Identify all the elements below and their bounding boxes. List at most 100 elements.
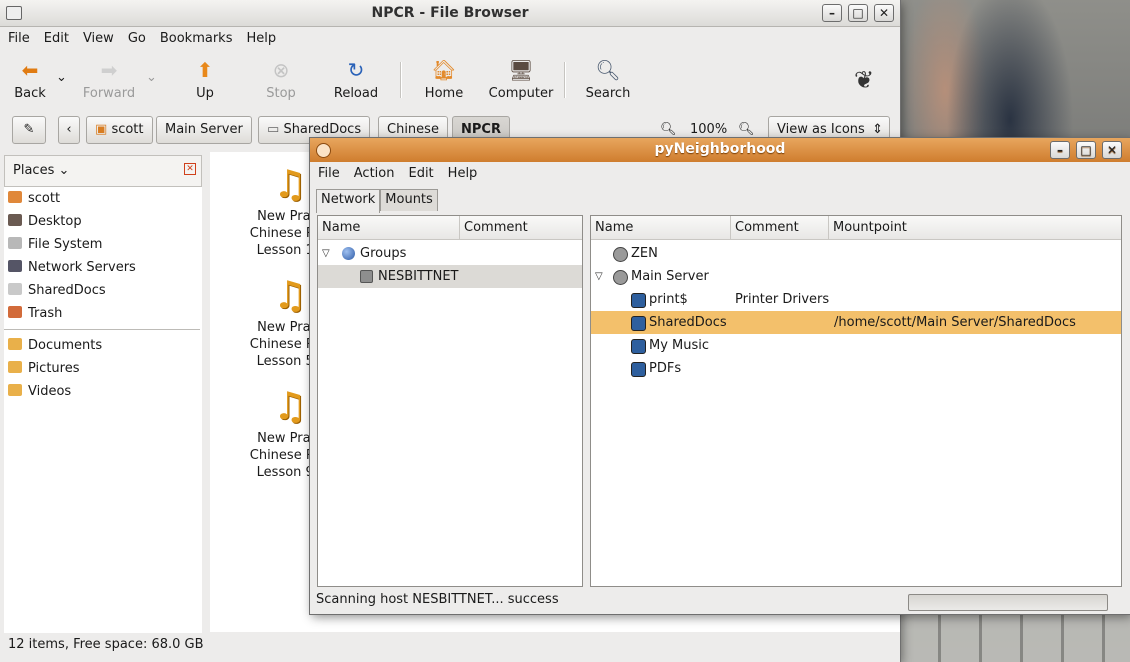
share-icon: [631, 362, 646, 377]
search-button[interactable]: 🔍︎ Search: [584, 58, 632, 101]
expander-expanded-icon[interactable]: ▽: [595, 265, 603, 288]
menu-edit[interactable]: Edit: [38, 27, 75, 51]
menu-file[interactable]: File: [2, 27, 36, 51]
places-list: scott Desktop File System Network Server…: [4, 187, 202, 633]
close-sidebar-icon[interactable]: ✕: [184, 163, 196, 175]
reload-icon: ↻: [347, 58, 365, 82]
breadcrumb-scroll-left-button[interactable]: ‹: [58, 116, 80, 144]
zoom-out-icon[interactable]: 🔍︎: [660, 122, 677, 137]
share-icon: [631, 339, 646, 354]
menu-file[interactable]: File: [312, 162, 346, 186]
up-arrow-icon: ⬆: [196, 58, 214, 82]
pyneighborhood-titlebar[interactable]: pyNeighborhood – □ ✕: [310, 138, 1130, 162]
column-header-comment[interactable]: Comment: [460, 216, 582, 240]
reload-button[interactable]: ↻ Reload: [332, 58, 380, 101]
menu-view[interactable]: View: [77, 27, 120, 51]
place-pictures[interactable]: Pictures: [4, 357, 202, 380]
breadcrumb-main-server[interactable]: Main Server: [156, 116, 252, 144]
chevron-down-icon: ⌄: [56, 70, 67, 85]
desktop-icon: [8, 214, 22, 226]
pyneighborhood-status: Scanning host NESBITTNET... success: [316, 592, 559, 607]
place-trash[interactable]: Trash: [4, 302, 202, 325]
toolbar-separator: [400, 62, 402, 98]
tree-row-shareddocs[interactable]: SharedDocs /home/scott/Main Server/Share…: [591, 311, 1121, 334]
tab-network[interactable]: Network: [316, 189, 381, 213]
place-file-system[interactable]: File System: [4, 233, 202, 256]
tree-row-print[interactable]: print$ Printer Drivers: [591, 288, 1121, 311]
globe-icon: [342, 247, 355, 260]
file-browser-toolbar: ⬅ Back ⌄ ➡ Forward ⌄ ⬆ Up ⊗ Stop ↻ Reloa…: [0, 52, 900, 108]
menu-bookmarks[interactable]: Bookmarks: [154, 27, 239, 51]
place-videos[interactable]: Videos: [4, 380, 202, 403]
minimize-button[interactable]: –: [1050, 141, 1070, 159]
zoom-level[interactable]: 100%: [690, 122, 727, 137]
tree-row-nesbittnet[interactable]: NESBITTNET: [318, 265, 582, 288]
scan-progress-bar: [908, 594, 1108, 611]
breadcrumb-scott[interactable]: ▣ scott: [86, 116, 153, 144]
place-desktop[interactable]: Desktop: [4, 210, 202, 233]
tab-mounts[interactable]: Mounts: [380, 189, 438, 211]
chevron-down-icon: ⌄: [54, 163, 70, 178]
window-menu-icon[interactable]: [6, 6, 22, 20]
folder-icon: [8, 384, 22, 396]
up-button[interactable]: ⬆ Up: [190, 58, 220, 101]
close-button[interactable]: ✕: [1102, 141, 1122, 159]
network-icon: [8, 260, 22, 272]
folder-icon: [8, 361, 22, 373]
tree-row-groups[interactable]: ▽ Groups: [318, 242, 582, 265]
edit-location-icon: ✎: [23, 122, 35, 137]
menu-edit[interactable]: Edit: [402, 162, 439, 186]
menu-help[interactable]: Help: [240, 27, 282, 51]
tab-strip: Network Mounts: [316, 189, 438, 213]
workgroup-icon: [360, 270, 373, 283]
toggle-location-entry-button[interactable]: ✎: [12, 116, 46, 144]
share-icon: [631, 293, 646, 308]
column-header-comment[interactable]: Comment: [731, 216, 829, 240]
menu-action[interactable]: Action: [348, 162, 401, 186]
file-browser-menubar: File Edit View Go Bookmarks Help: [0, 27, 900, 51]
home-folder-icon: ▣: [95, 122, 108, 137]
place-shareddocs[interactable]: SharedDocs: [4, 279, 202, 302]
places-sidebar: Places ⌄ ✕ scott Desktop File System Net…: [4, 155, 202, 633]
forward-button[interactable]: ➡ Forward: [80, 58, 138, 101]
maximize-button[interactable]: □: [1076, 141, 1096, 159]
pyneighborhood-window: pyNeighborhood – □ ✕ File Action Edit Help …: [310, 138, 1130, 614]
menu-help[interactable]: Help: [442, 162, 484, 186]
chevron-left-icon: ‹: [66, 122, 72, 137]
search-icon: 🔍︎: [595, 58, 621, 82]
places-header[interactable]: Places ⌄ ✕: [4, 155, 202, 187]
place-scott[interactable]: scott: [4, 187, 202, 210]
computer-button[interactable]: 🖥︎ Computer: [488, 58, 554, 101]
back-history-dropdown[interactable]: ⌄: [56, 70, 67, 85]
chevron-down-icon: ⌄: [146, 70, 157, 85]
tree-row-my-music[interactable]: My Music: [591, 334, 1121, 357]
stop-button[interactable]: ⊗ Stop: [262, 58, 300, 101]
forward-arrow-icon: ➡: [100, 58, 118, 82]
shares-tree[interactable]: Name Comment Mountpoint ZEN ▽ Main Serve…: [590, 215, 1122, 587]
column-header-name[interactable]: Name: [318, 216, 460, 240]
column-header-mountpoint[interactable]: Mountpoint: [829, 216, 1121, 240]
window-menu-icon[interactable]: [316, 143, 331, 158]
forward-history-dropdown[interactable]: ⌄: [146, 70, 157, 85]
file-browser-statusbar: 12 items, Free space: 68.0 GB: [8, 637, 204, 652]
tree-row-zen[interactable]: ZEN: [591, 242, 1121, 265]
share-icon: [631, 316, 646, 331]
back-button[interactable]: ⬅ Back: [12, 58, 48, 101]
home-button[interactable]: 🏠︎ Home: [422, 58, 466, 101]
column-header-name[interactable]: Name: [591, 216, 731, 240]
home-folder-icon: 🏠︎: [431, 58, 457, 82]
drive-icon: [8, 283, 22, 295]
tree-row-pdfs[interactable]: PDFs: [591, 357, 1121, 380]
menu-go[interactable]: Go: [122, 27, 152, 51]
groups-tree[interactable]: Name Comment ▽ Groups NESBITTNET: [317, 215, 583, 587]
place-network-servers[interactable]: Network Servers: [4, 256, 202, 279]
server-icon: [613, 270, 628, 285]
place-documents[interactable]: Documents: [4, 334, 202, 357]
maximize-button[interactable]: □: [848, 4, 868, 22]
expander-expanded-icon[interactable]: ▽: [322, 242, 330, 265]
minimize-button[interactable]: –: [822, 4, 842, 22]
zoom-in-icon[interactable]: 🔍︎: [738, 122, 755, 137]
file-browser-titlebar[interactable]: NPCR - File Browser – □ ✕: [0, 0, 900, 27]
tree-row-main-server[interactable]: ▽ Main Server: [591, 265, 1121, 288]
close-button[interactable]: ✕: [874, 4, 894, 22]
